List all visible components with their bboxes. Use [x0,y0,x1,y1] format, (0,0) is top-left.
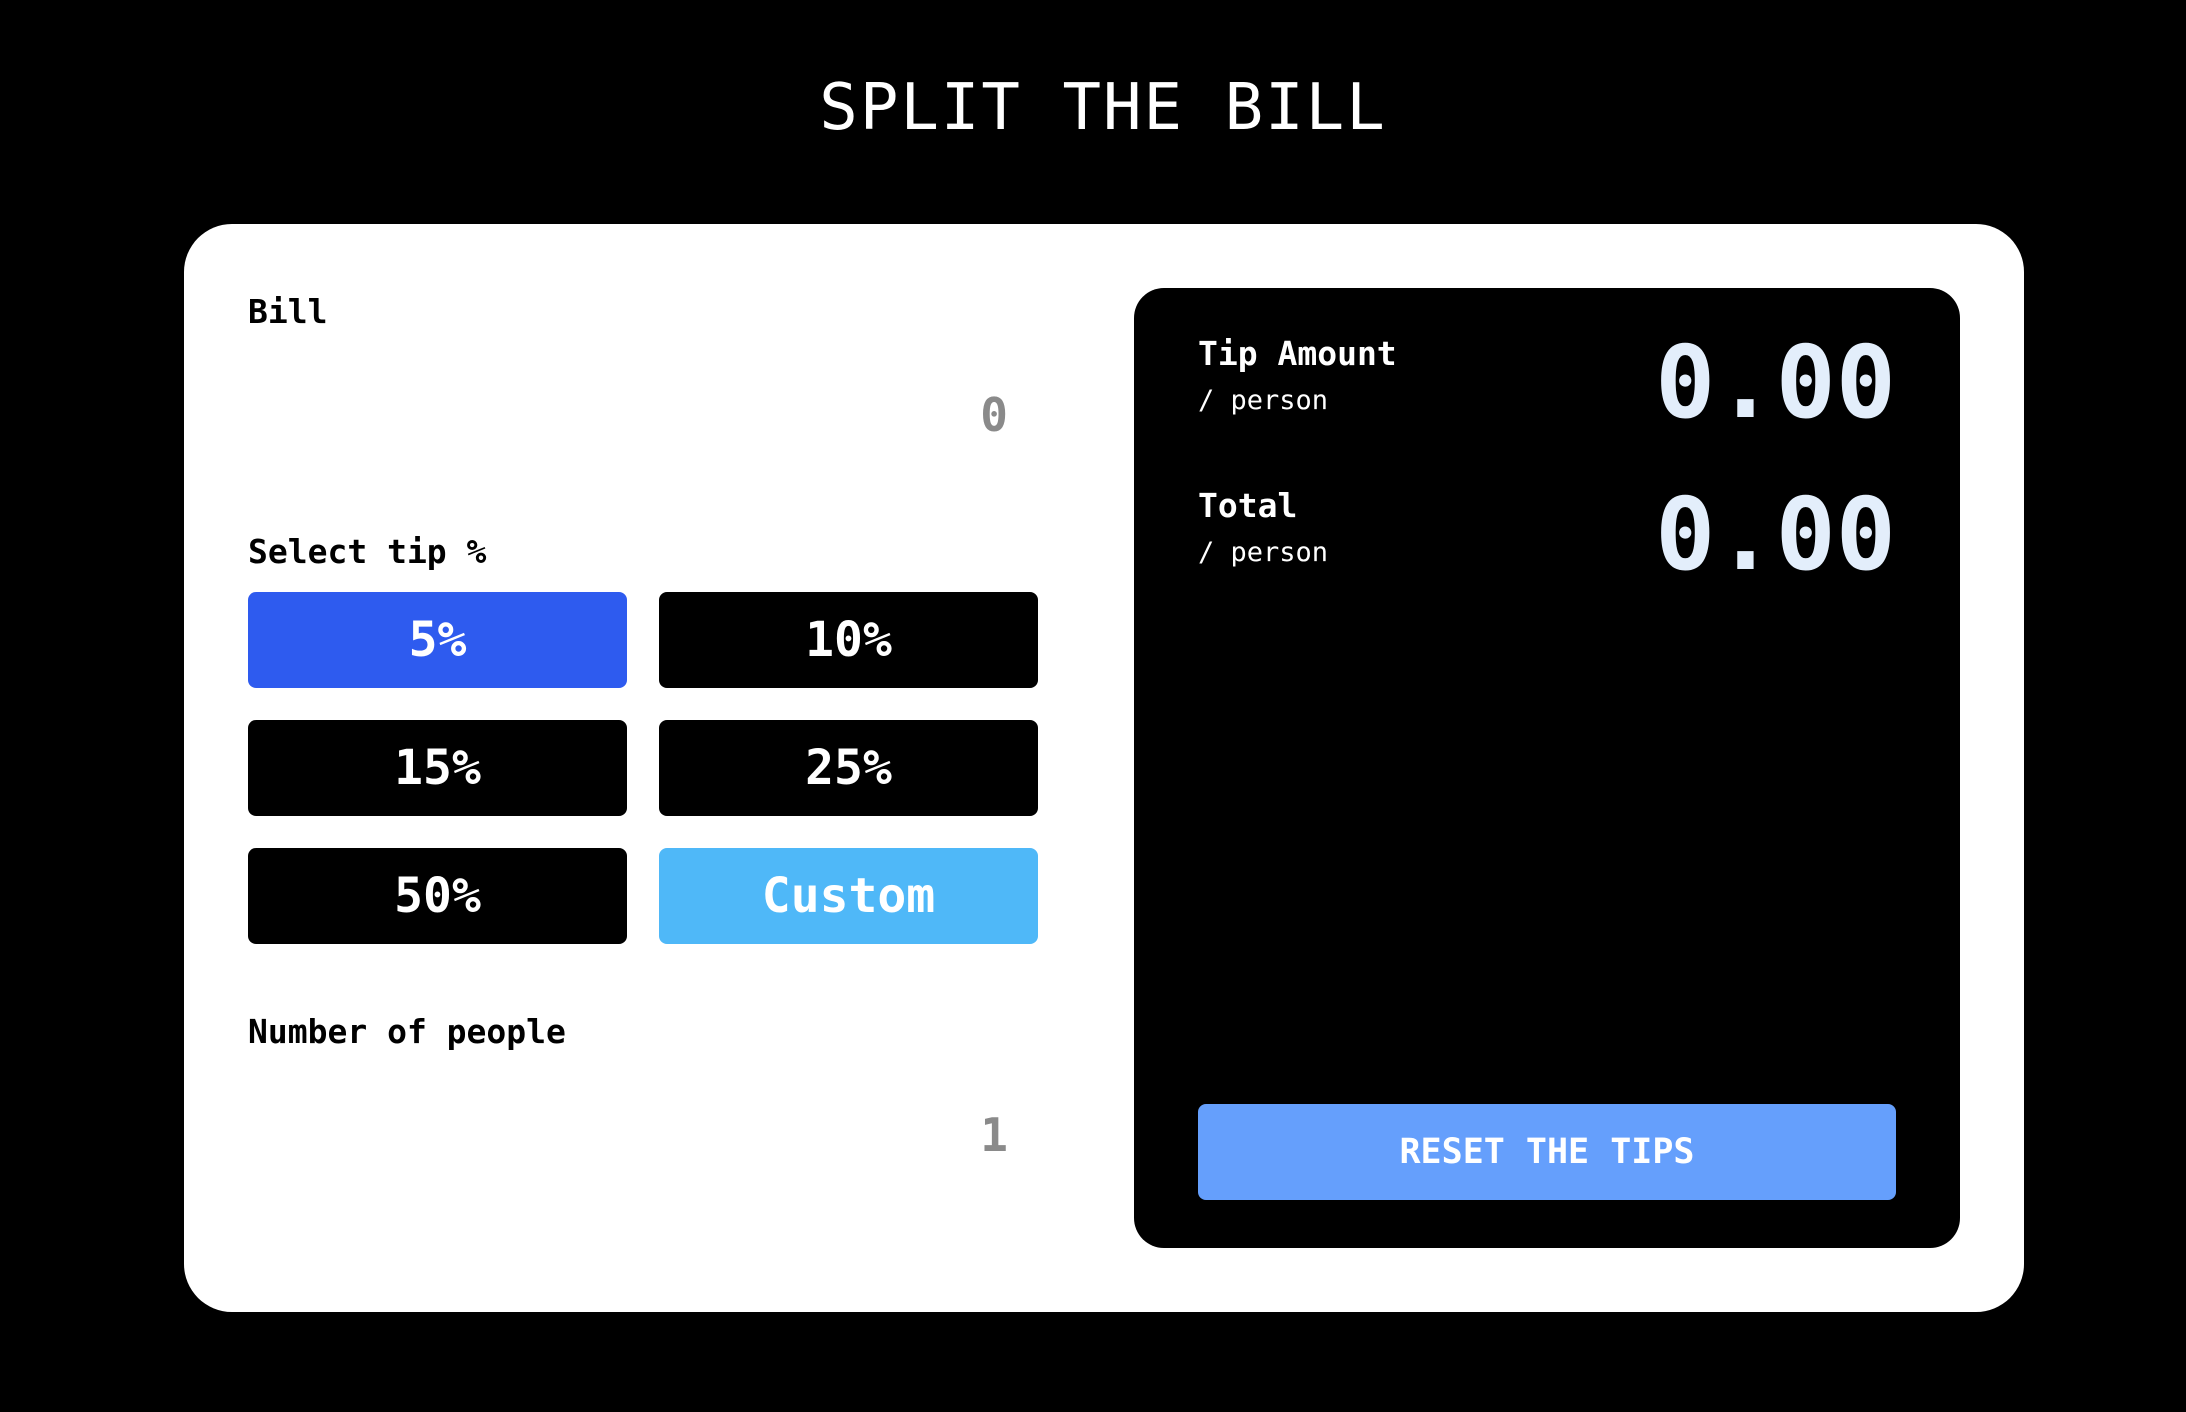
tip-amount-value: 0.00 [1655,324,1896,441]
number-of-people-input[interactable] [248,1090,1008,1180]
number-of-people-label: Number of people [248,1012,566,1051]
tip-amount-label: Tip Amount [1198,334,1397,373]
total-label: Total [1198,486,1298,525]
tip-amount-per-person-label: / person [1198,385,1329,416]
total-per-person-label: / person [1198,537,1329,568]
calculator-card: Bill Select tip % 5% 10% 15% 25% 50% Cus… [184,224,2024,1312]
bill-label: Bill [248,292,328,331]
tip-15-button[interactable]: 15% [248,720,627,816]
tip-5-button[interactable]: 5% [248,592,627,688]
results-panel: Tip Amount / person 0.00 Total / person … [1134,288,1960,1248]
tip-50-button[interactable]: 50% [248,848,627,944]
reset-button[interactable]: RESET THE TIPS [1198,1104,1896,1200]
page: SPLIT THE BILL Bill Select tip % 5% 10% … [0,0,2186,1412]
tip-25-button[interactable]: 25% [659,720,1038,816]
bill-input[interactable] [248,370,1008,460]
select-tip-label: Select tip % [248,532,487,571]
tip-10-button[interactable]: 10% [659,592,1038,688]
total-value: 0.00 [1655,476,1896,593]
page-title: SPLIT THE BILL [819,71,1387,145]
custom-tip-button[interactable]: Custom [659,848,1038,944]
